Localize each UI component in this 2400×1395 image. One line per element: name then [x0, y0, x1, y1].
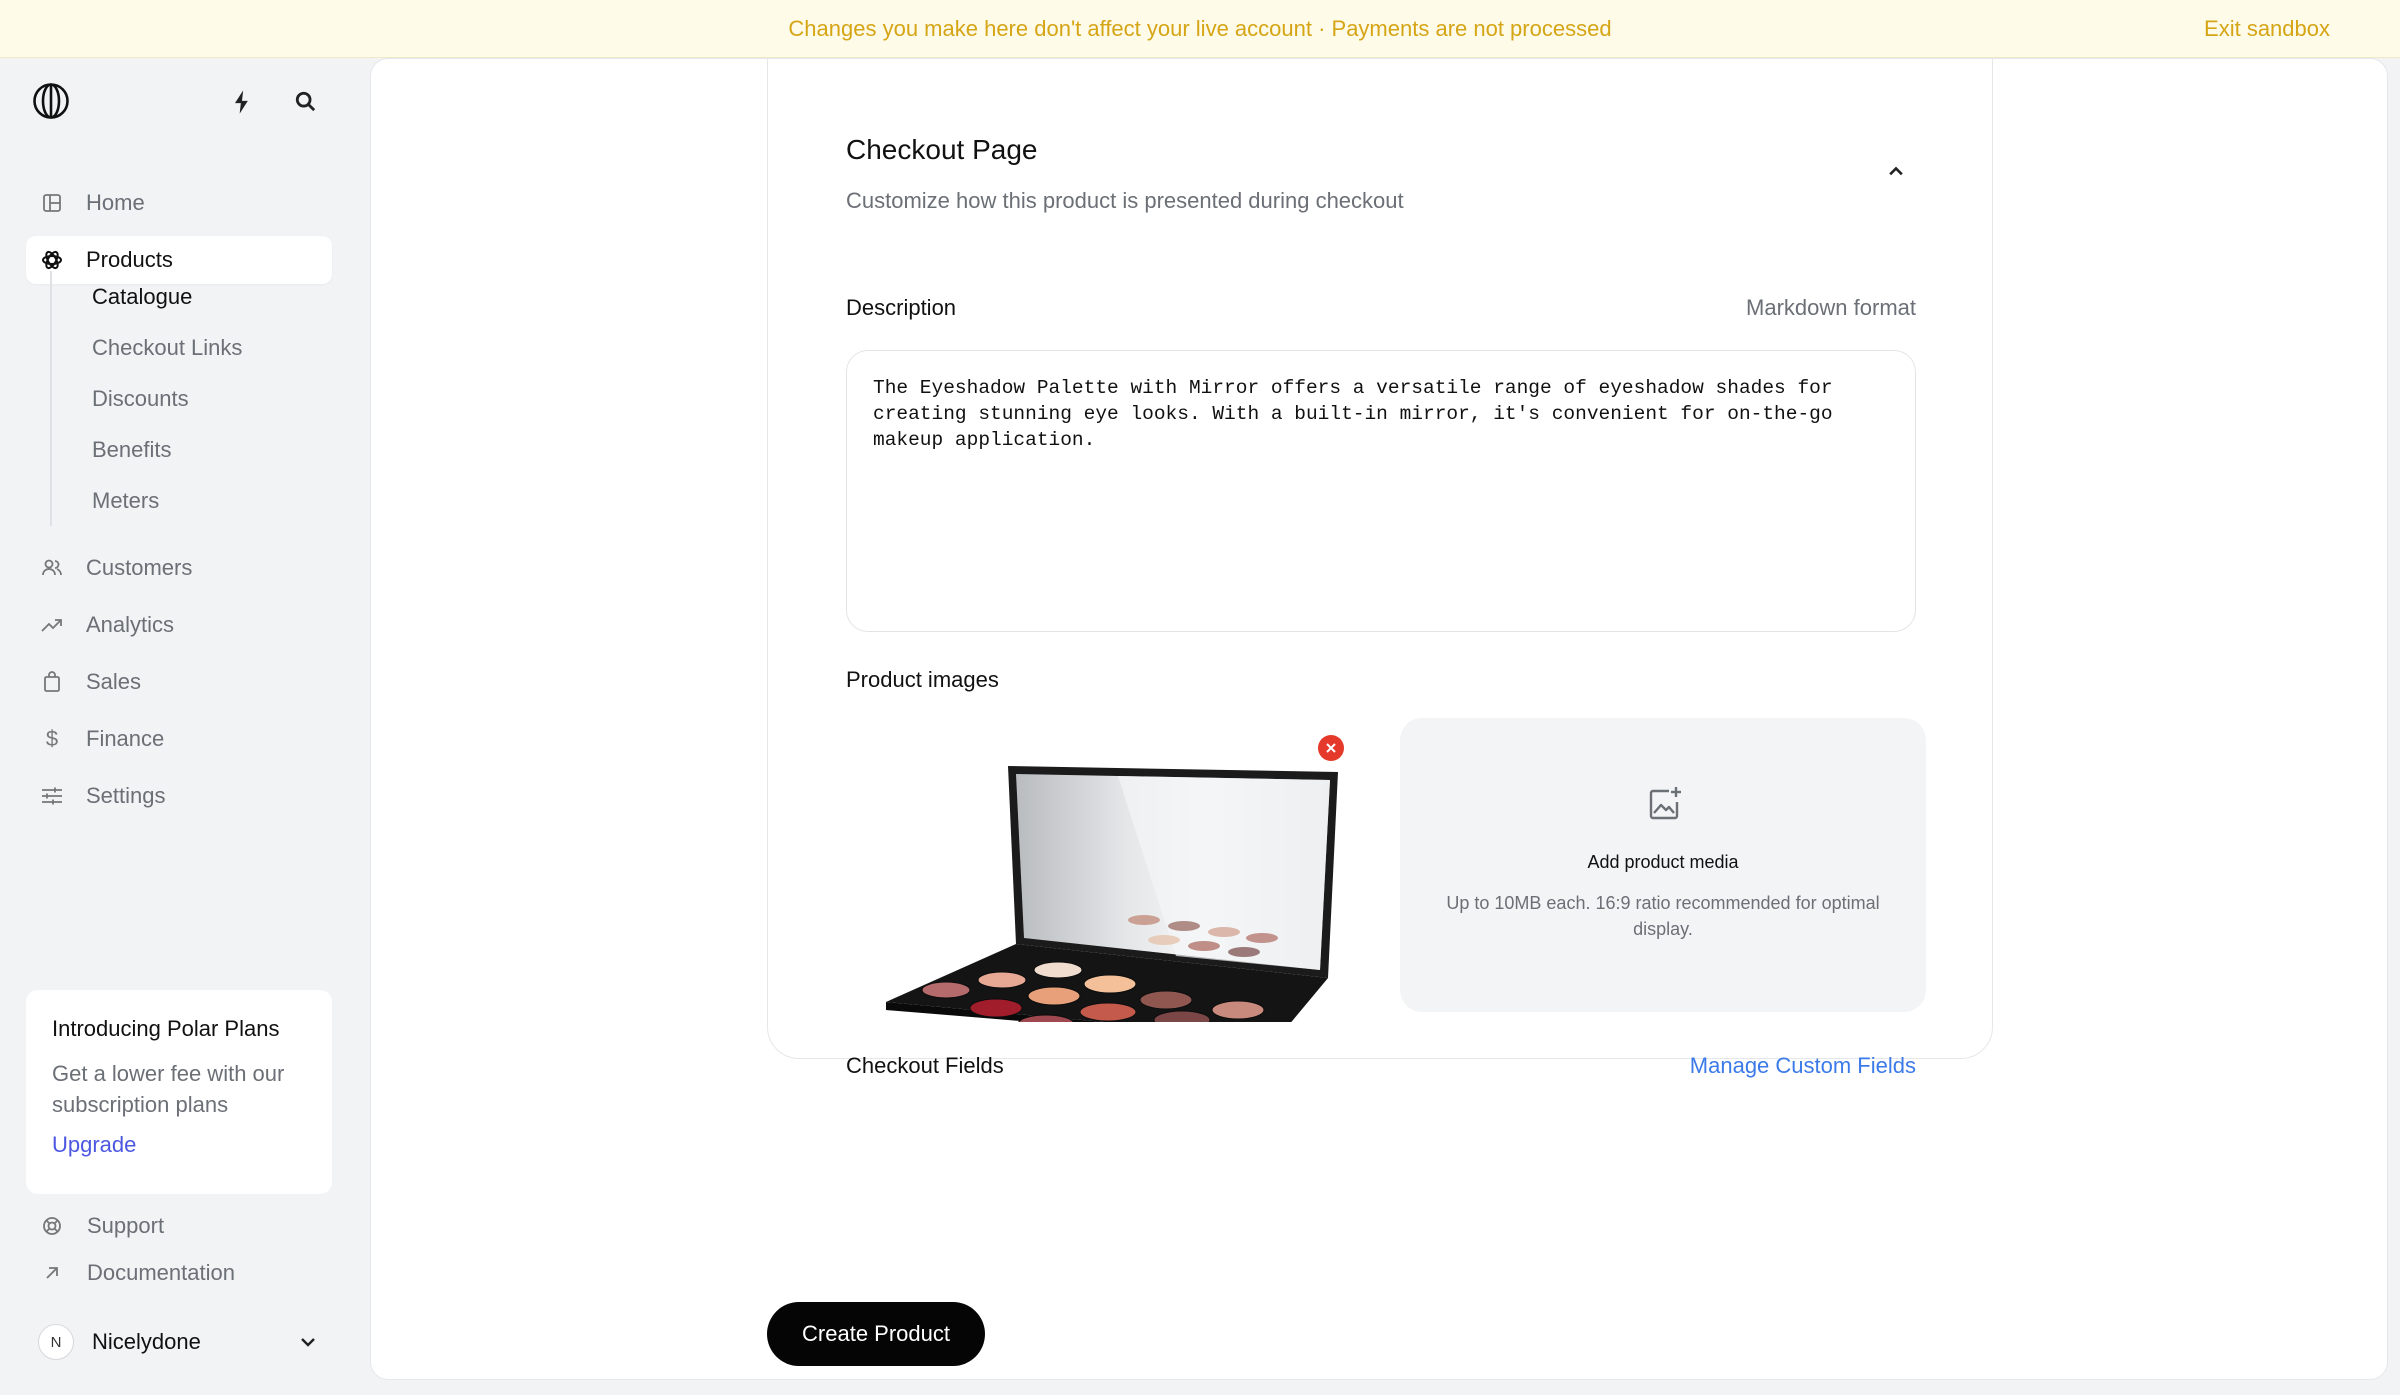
sliders-icon — [40, 784, 64, 808]
arrow-up-right-icon — [40, 1261, 64, 1285]
support-link[interactable]: Support — [40, 1213, 164, 1239]
remove-image-button[interactable] — [1318, 735, 1344, 761]
main-panel: Checkout Page Customize how this product… — [370, 58, 2388, 1380]
subnav-meters[interactable]: Meters — [92, 488, 159, 514]
account-switcher[interactable]: N Nicelydone — [38, 1322, 320, 1362]
subnav-divider — [50, 271, 52, 526]
subnav-checkout-links[interactable]: Checkout Links — [92, 335, 242, 361]
nav-sales[interactable]: Sales — [26, 658, 332, 706]
checkout-page-card: Checkout Page Customize how this product… — [767, 59, 1993, 1078]
upload-title: Add product media — [1587, 852, 1739, 872]
nav-customers[interactable]: Customers — [26, 544, 332, 592]
subnav-discounts[interactable]: Discounts — [92, 386, 189, 412]
nav-settings-label: Settings — [86, 783, 166, 808]
products-icon — [40, 248, 64, 272]
nav-finance-label: Finance — [86, 726, 165, 751]
nav-sales-label: Sales — [86, 669, 142, 694]
nav-analytics-label: Analytics — [86, 612, 175, 637]
add-product-media-dropzone[interactable]: Add product media Up to 10MB each. 16:9 … — [1400, 718, 1926, 1012]
polar-logo[interactable] — [32, 82, 70, 120]
sidebar: Home Products Catalogue Checkout Links D… — [0, 58, 370, 1395]
description-textarea[interactable]: The Eyeshadow Palette with Mirror offers… — [846, 350, 1916, 632]
promo-title: Introducing Polar Plans — [52, 1016, 280, 1041]
avatar: N — [38, 1324, 74, 1360]
upgrade-link[interactable]: Upgrade — [52, 1132, 306, 1158]
product-images-label: Product images — [846, 667, 999, 692]
subnav-catalogue[interactable]: Catalogue — [92, 284, 192, 310]
trending-up-icon — [40, 613, 64, 637]
sandbox-message: Changes you make here don't affect your … — [788, 16, 1612, 41]
description-label: Description — [846, 295, 957, 320]
chevron-down-icon — [296, 1330, 320, 1354]
lightning-icon[interactable] — [228, 88, 256, 116]
manage-custom-fields-link[interactable]: Manage Custom Fields — [846, 1053, 1916, 1079]
dashboard-icon — [40, 191, 64, 215]
documentation-label: Documentation — [87, 1260, 235, 1285]
dollar-icon: $ — [45, 726, 59, 751]
nav-home[interactable]: Home — [26, 179, 332, 227]
exit-sandbox-link[interactable]: Exit sandbox — [2204, 16, 2330, 42]
sandbox-banner: Changes you make here don't affect your … — [0, 0, 2400, 58]
section-subtitle: Customize how this product is presented … — [846, 188, 1404, 213]
search-icon[interactable] — [292, 88, 320, 116]
nav-products-label: Products — [86, 247, 173, 272]
add-image-icon — [1645, 784, 1685, 824]
create-product-button[interactable]: Create Product — [767, 1302, 985, 1366]
users-icon — [40, 556, 64, 580]
lifebuoy-icon — [40, 1214, 64, 1238]
shopping-bag-icon — [40, 670, 64, 694]
support-label: Support — [87, 1213, 165, 1238]
nav-analytics[interactable]: Analytics — [26, 601, 332, 649]
product-image-eyeshadow-palette — [846, 720, 1376, 1044]
section-title: Checkout Page — [846, 134, 1038, 165]
polar-plans-promo: Introducing Polar Plans Get a lower fee … — [26, 990, 332, 1194]
upload-description: Up to 10MB each. 16:9 ratio recommended … — [1446, 893, 1880, 939]
subnav-benefits[interactable]: Benefits — [92, 437, 172, 463]
chevron-up-icon[interactable] — [1882, 158, 1910, 186]
markdown-hint: Markdown format — [1746, 295, 1916, 320]
nav-home-label: Home — [86, 190, 145, 215]
nav-settings[interactable]: Settings — [26, 772, 332, 820]
nav-customers-label: Customers — [86, 555, 193, 580]
documentation-link[interactable]: Documentation — [40, 1260, 235, 1286]
promo-body: Get a lower fee with our subscription pl… — [52, 1061, 285, 1117]
account-name: Nicelydone — [92, 1329, 201, 1354]
nav-products[interactable]: Products — [26, 236, 332, 284]
nav-finance[interactable]: $ Finance — [26, 715, 332, 763]
